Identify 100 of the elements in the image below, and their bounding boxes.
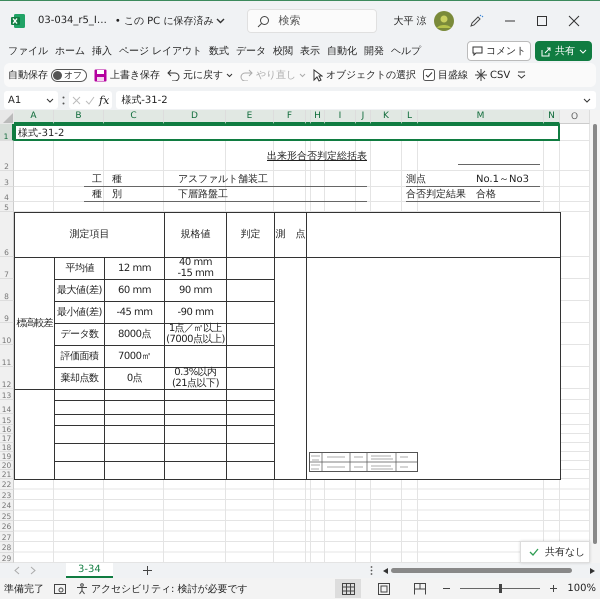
table-cell [104, 425, 165, 444]
menu-tab[interactable]: ファイル [8, 44, 48, 58]
table-cell [226, 257, 275, 280]
pen-icon[interactable] [468, 12, 484, 28]
page-icon [378, 582, 390, 594]
table-cell[interactable]: 様式-31-2 [14, 124, 560, 141]
menu-tab[interactable]: 挿入 [92, 44, 112, 58]
camera-icon[interactable] [54, 583, 66, 594]
accessibility-status[interactable]: アクセシビリティ: 検討が必要です [91, 582, 248, 596]
customize-icon[interactable] [517, 71, 526, 79]
csv-button[interactable]: CSV [475, 69, 510, 81]
form-title: 出来形合否判定総括表 [267, 150, 367, 163]
menu-tab[interactable]: ページ レイアウト [119, 44, 202, 58]
field-label: 合否判定結果 [406, 188, 467, 201]
field-label: 工 種 [91, 172, 123, 186]
field-value: 合格 [476, 188, 496, 201]
maximize-icon[interactable] [536, 14, 548, 26]
caret-icon [216, 18, 226, 24]
table-cell [104, 400, 165, 415]
table-cell [164, 414, 227, 426]
table-cell: 0点 [104, 367, 165, 390]
column-header[interactable]: L [402, 110, 418, 124]
table-cell [104, 414, 165, 426]
undo-button[interactable]: 元に戻す [167, 68, 233, 82]
zoom-in-icon[interactable] [550, 585, 558, 592]
column-header[interactable]: I [325, 110, 356, 124]
user-name: 大平 涼 [393, 14, 426, 28]
table-cell [54, 443, 105, 462]
save-button[interactable]: 上書き保存 [94, 68, 160, 82]
menu-tab[interactable]: ホーム [55, 44, 85, 58]
select-objects-button[interactable]: オブジェクトの選択 [313, 68, 416, 82]
accessibility-icon[interactable] [76, 582, 88, 594]
sheet-tab[interactable]: 3-34 [66, 563, 113, 578]
menu-tab[interactable]: 自動化 [327, 44, 358, 58]
share-button[interactable]: 共有 [535, 41, 592, 61]
caret-icon [46, 98, 54, 102]
table-cell [104, 443, 165, 462]
column-header[interactable]: O [560, 110, 590, 124]
table-cell: 平均値 [54, 257, 105, 280]
column-header[interactable]: M [418, 110, 544, 124]
table-cell [54, 461, 105, 480]
zoom-out-icon[interactable] [443, 585, 450, 592]
table-cell [226, 443, 275, 462]
table-cell: 7000㎡ [104, 345, 165, 368]
grid-icon [342, 582, 355, 594]
spreadsheet-app-icon [10, 12, 26, 28]
zoom-thumb[interactable] [499, 584, 502, 593]
comment-button[interactable]: コメント [467, 41, 531, 61]
column-header[interactable]: K [371, 110, 402, 124]
column-header[interactable]: N [544, 110, 560, 124]
table-cell: 最大値(差) [54, 279, 105, 302]
table-cell: -90 mm [164, 301, 227, 324]
menu-tab[interactable]: データ [236, 44, 266, 58]
vertical-scrollbar[interactable] [590, 110, 600, 563]
column-header[interactable]: B [54, 110, 104, 124]
column-header[interactable] [306, 110, 311, 124]
table-cell [226, 461, 275, 480]
table-cell: 12 mm [104, 257, 165, 280]
column-header[interactable]: H [311, 110, 325, 124]
insert-function-button[interactable]: fx [99, 94, 110, 106]
column-header[interactable]: C [104, 110, 164, 124]
scroll-right-icon[interactable] [590, 568, 595, 574]
column-heading: 測 点 [274, 212, 307, 258]
more-icon[interactable] [62, 96, 65, 104]
table-cell: -45 mm [104, 301, 165, 324]
table-cell [226, 389, 275, 401]
horizontal-scrollbar[interactable] [383, 566, 595, 576]
gridlines-checkbox[interactable]: 目盛線 [423, 68, 468, 82]
close-icon[interactable] [568, 14, 580, 26]
menu-tab[interactable]: 校閲 [273, 44, 294, 58]
search-icon [257, 14, 270, 28]
add-sheet-icon[interactable] [142, 566, 152, 575]
column-header[interactable]: J [356, 110, 371, 124]
table-cell [104, 389, 165, 401]
table-cell: データ数 [54, 323, 105, 346]
table-cell: 評価面積 [54, 345, 105, 368]
column-header[interactable]: E [226, 110, 274, 124]
column-header[interactable]: A [14, 110, 54, 124]
zoom-level[interactable]: 100% [567, 583, 596, 594]
formula-field[interactable]: 様式-31-2 [116, 91, 596, 109]
menu-tab[interactable]: 数式 [209, 44, 230, 58]
column-header[interactable]: F [274, 110, 306, 124]
avatar[interactable] [434, 10, 454, 30]
table-cell [164, 443, 227, 462]
scroll-left-icon[interactable] [383, 568, 388, 574]
view-button[interactable] [335, 579, 362, 598]
name-box[interactable]: A1 [4, 91, 58, 109]
file-name: 03-034_r5_I… [38, 15, 107, 26]
table-cell: 90 mm [164, 279, 227, 302]
more-icon[interactable] [370, 566, 373, 575]
status-text: 準備完了 [4, 582, 44, 596]
menu-tab[interactable]: 表示 [300, 44, 320, 58]
menu-tab[interactable]: 開発 [364, 44, 384, 58]
autosave-toggle[interactable]: オフ [51, 68, 87, 82]
column-header[interactable]: D [164, 110, 226, 124]
table-cell [164, 461, 227, 480]
save-status-button[interactable]: • この PC に保存済み [114, 14, 226, 28]
column-heading: 判定 [226, 212, 275, 258]
search-field[interactable]: 検索 [247, 8, 378, 32]
menu-tab[interactable]: ヘルプ [391, 44, 422, 58]
